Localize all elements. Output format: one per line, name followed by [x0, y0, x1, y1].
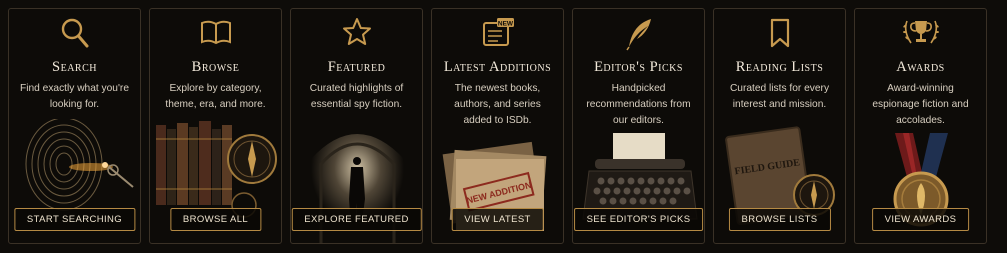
new-badge: NEW	[497, 20, 513, 27]
bookmark-icon	[714, 17, 845, 55]
card-title: Search	[52, 59, 97, 75]
open-book-icon	[150, 17, 281, 55]
star-icon	[291, 17, 422, 55]
card-title: Featured	[327, 59, 386, 75]
card-featured[interactable]: Featured Curated highlights of essential…	[290, 8, 423, 244]
card-title: Awards	[896, 59, 945, 75]
card-description: Curated highlights of essential spy fict…	[309, 83, 404, 110]
card-title: Editor's Picks	[594, 59, 683, 75]
browse-all-button[interactable]: BROWSE ALL	[169, 208, 262, 231]
see-editors-picks-button[interactable]: SEE EDITOR'S PICKS	[573, 208, 704, 231]
card-title: Reading Lists	[735, 59, 824, 75]
view-awards-button[interactable]: VIEW AWARDS	[871, 208, 970, 231]
card-title: Latest Additions	[443, 59, 552, 75]
magnifier-icon	[9, 17, 140, 55]
trophy-laurel-icon	[855, 17, 986, 55]
feature-card-row: Search Find exactly what you're looking …	[0, 0, 1007, 253]
card-editors-picks[interactable]: Editor's Picks Handpicked recommendation…	[572, 8, 705, 244]
card-description: Curated lists for every interest and mis…	[729, 83, 830, 110]
card-search[interactable]: Search Find exactly what you're looking …	[8, 8, 141, 244]
card-awards[interactable]: Awards Award-winning espionage fiction a…	[854, 8, 987, 244]
new-document-icon: NEW	[432, 17, 563, 55]
card-description: Find exactly what you're looking for.	[20, 83, 129, 110]
browse-lists-button[interactable]: BROWSE LISTS	[728, 208, 831, 231]
view-latest-button[interactable]: VIEW LATEST	[451, 208, 544, 231]
explore-featured-button[interactable]: EXPLORE FEATURED	[291, 208, 422, 231]
quill-icon	[573, 17, 704, 55]
card-description: Explore by category, theme, era, and mor…	[165, 83, 266, 110]
card-title: Browse	[191, 59, 240, 75]
start-searching-button[interactable]: START SEARCHING	[13, 208, 136, 231]
card-browse[interactable]: Browse Explore by category, theme, era, …	[149, 8, 282, 244]
card-reading-lists[interactable]: Reading Lists Curated lists for every in…	[713, 8, 846, 244]
card-latest-additions[interactable]: NEW Latest Additions The newest books, a…	[431, 8, 564, 244]
